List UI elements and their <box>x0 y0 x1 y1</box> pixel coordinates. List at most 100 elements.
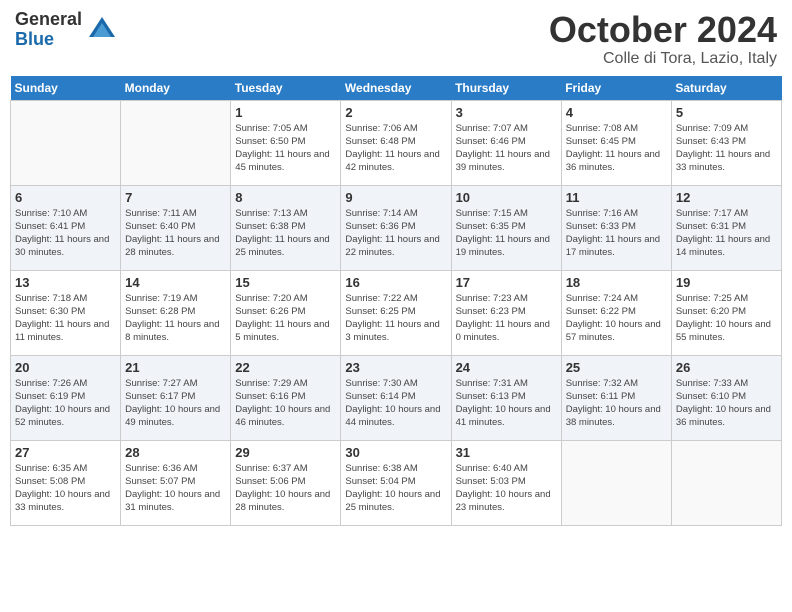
day-cell: 7 Sunrise: 7:11 AMSunset: 6:40 PMDayligh… <box>121 185 231 270</box>
week-row-1: 1 Sunrise: 7:05 AMSunset: 6:50 PMDayligh… <box>11 100 782 185</box>
day-number: 13 <box>15 275 116 290</box>
day-info: Sunrise: 7:13 AMSunset: 6:38 PMDaylight:… <box>235 207 336 260</box>
day-cell: 28 Sunrise: 6:36 AMSunset: 5:07 PMDaylig… <box>121 440 231 525</box>
day-number: 5 <box>676 105 777 120</box>
day-number: 12 <box>676 190 777 205</box>
day-number: 8 <box>235 190 336 205</box>
day-number: 6 <box>15 190 116 205</box>
day-cell: 17 Sunrise: 7:23 AMSunset: 6:23 PMDaylig… <box>451 270 561 355</box>
day-info: Sunrise: 7:06 AMSunset: 6:48 PMDaylight:… <box>345 122 446 175</box>
day-info: Sunrise: 7:31 AMSunset: 6:13 PMDaylight:… <box>456 377 557 430</box>
day-number: 14 <box>125 275 226 290</box>
day-info: Sunrise: 7:26 AMSunset: 6:19 PMDaylight:… <box>15 377 116 430</box>
day-info: Sunrise: 7:20 AMSunset: 6:26 PMDaylight:… <box>235 292 336 345</box>
day-number: 29 <box>235 445 336 460</box>
day-cell: 21 Sunrise: 7:27 AMSunset: 6:17 PMDaylig… <box>121 355 231 440</box>
day-info: Sunrise: 7:29 AMSunset: 6:16 PMDaylight:… <box>235 377 336 430</box>
day-number: 3 <box>456 105 557 120</box>
day-cell: 16 Sunrise: 7:22 AMSunset: 6:25 PMDaylig… <box>341 270 451 355</box>
week-row-4: 20 Sunrise: 7:26 AMSunset: 6:19 PMDaylig… <box>11 355 782 440</box>
day-cell: 24 Sunrise: 7:31 AMSunset: 6:13 PMDaylig… <box>451 355 561 440</box>
day-number: 23 <box>345 360 446 375</box>
location: Colle di Tora, Lazio, Italy <box>549 50 777 68</box>
day-header-monday: Monday <box>121 76 231 101</box>
week-row-3: 13 Sunrise: 7:18 AMSunset: 6:30 PMDaylig… <box>11 270 782 355</box>
day-number: 1 <box>235 105 336 120</box>
day-info: Sunrise: 7:32 AMSunset: 6:11 PMDaylight:… <box>566 377 667 430</box>
day-info: Sunrise: 7:15 AMSunset: 6:35 PMDaylight:… <box>456 207 557 260</box>
day-info: Sunrise: 7:23 AMSunset: 6:23 PMDaylight:… <box>456 292 557 345</box>
day-info: Sunrise: 6:40 AMSunset: 5:03 PMDaylight:… <box>456 462 557 515</box>
day-number: 25 <box>566 360 667 375</box>
day-cell: 22 Sunrise: 7:29 AMSunset: 6:16 PMDaylig… <box>231 355 341 440</box>
day-info: Sunrise: 7:18 AMSunset: 6:30 PMDaylight:… <box>15 292 116 345</box>
day-cell: 30 Sunrise: 6:38 AMSunset: 5:04 PMDaylig… <box>341 440 451 525</box>
day-info: Sunrise: 7:22 AMSunset: 6:25 PMDaylight:… <box>345 292 446 345</box>
day-cell: 19 Sunrise: 7:25 AMSunset: 6:20 PMDaylig… <box>671 270 781 355</box>
day-cell: 5 Sunrise: 7:09 AMSunset: 6:43 PMDayligh… <box>671 100 781 185</box>
day-cell: 8 Sunrise: 7:13 AMSunset: 6:38 PMDayligh… <box>231 185 341 270</box>
day-info: Sunrise: 7:17 AMSunset: 6:31 PMDaylight:… <box>676 207 777 260</box>
day-info: Sunrise: 7:14 AMSunset: 6:36 PMDaylight:… <box>345 207 446 260</box>
day-number: 9 <box>345 190 446 205</box>
day-cell <box>121 100 231 185</box>
day-cell: 25 Sunrise: 7:32 AMSunset: 6:11 PMDaylig… <box>561 355 671 440</box>
day-info: Sunrise: 7:27 AMSunset: 6:17 PMDaylight:… <box>125 377 226 430</box>
logo: General Blue <box>15 10 117 50</box>
day-cell: 15 Sunrise: 7:20 AMSunset: 6:26 PMDaylig… <box>231 270 341 355</box>
day-cell: 13 Sunrise: 7:18 AMSunset: 6:30 PMDaylig… <box>11 270 121 355</box>
day-info: Sunrise: 7:09 AMSunset: 6:43 PMDaylight:… <box>676 122 777 175</box>
day-cell <box>561 440 671 525</box>
day-cell: 9 Sunrise: 7:14 AMSunset: 6:36 PMDayligh… <box>341 185 451 270</box>
day-info: Sunrise: 7:24 AMSunset: 6:22 PMDaylight:… <box>566 292 667 345</box>
day-cell <box>11 100 121 185</box>
day-number: 11 <box>566 190 667 205</box>
header-row: SundayMondayTuesdayWednesdayThursdayFrid… <box>11 76 782 101</box>
day-info: Sunrise: 6:36 AMSunset: 5:07 PMDaylight:… <box>125 462 226 515</box>
day-info: Sunrise: 7:19 AMSunset: 6:28 PMDaylight:… <box>125 292 226 345</box>
logo-icon <box>87 15 117 45</box>
day-cell: 23 Sunrise: 7:30 AMSunset: 6:14 PMDaylig… <box>341 355 451 440</box>
day-number: 21 <box>125 360 226 375</box>
day-number: 16 <box>345 275 446 290</box>
day-number: 22 <box>235 360 336 375</box>
day-cell: 12 Sunrise: 7:17 AMSunset: 6:31 PMDaylig… <box>671 185 781 270</box>
day-cell: 27 Sunrise: 6:35 AMSunset: 5:08 PMDaylig… <box>11 440 121 525</box>
day-cell: 10 Sunrise: 7:15 AMSunset: 6:35 PMDaylig… <box>451 185 561 270</box>
day-cell <box>671 440 781 525</box>
day-number: 2 <box>345 105 446 120</box>
title-area: October 2024 Colle di Tora, Lazio, Italy <box>549 10 777 68</box>
day-info: Sunrise: 7:30 AMSunset: 6:14 PMDaylight:… <box>345 377 446 430</box>
day-header-sunday: Sunday <box>11 76 121 101</box>
day-info: Sunrise: 7:05 AMSunset: 6:50 PMDaylight:… <box>235 122 336 175</box>
day-info: Sunrise: 7:33 AMSunset: 6:10 PMDaylight:… <box>676 377 777 430</box>
day-number: 28 <box>125 445 226 460</box>
day-number: 20 <box>15 360 116 375</box>
day-cell: 29 Sunrise: 6:37 AMSunset: 5:06 PMDaylig… <box>231 440 341 525</box>
logo-blue: Blue <box>15 30 82 50</box>
logo-general: General <box>15 10 82 30</box>
day-info: Sunrise: 7:11 AMSunset: 6:40 PMDaylight:… <box>125 207 226 260</box>
page-header: General Blue October 2024 Colle di Tora,… <box>10 10 782 68</box>
month-title: October 2024 <box>549 10 777 50</box>
week-row-5: 27 Sunrise: 6:35 AMSunset: 5:08 PMDaylig… <box>11 440 782 525</box>
day-info: Sunrise: 6:35 AMSunset: 5:08 PMDaylight:… <box>15 462 116 515</box>
day-header-thursday: Thursday <box>451 76 561 101</box>
day-cell: 20 Sunrise: 7:26 AMSunset: 6:19 PMDaylig… <box>11 355 121 440</box>
day-cell: 4 Sunrise: 7:08 AMSunset: 6:45 PMDayligh… <box>561 100 671 185</box>
day-info: Sunrise: 7:16 AMSunset: 6:33 PMDaylight:… <box>566 207 667 260</box>
day-info: Sunrise: 6:37 AMSunset: 5:06 PMDaylight:… <box>235 462 336 515</box>
day-cell: 6 Sunrise: 7:10 AMSunset: 6:41 PMDayligh… <box>11 185 121 270</box>
day-cell: 18 Sunrise: 7:24 AMSunset: 6:22 PMDaylig… <box>561 270 671 355</box>
day-number: 17 <box>456 275 557 290</box>
week-row-2: 6 Sunrise: 7:10 AMSunset: 6:41 PMDayligh… <box>11 185 782 270</box>
day-number: 15 <box>235 275 336 290</box>
day-info: Sunrise: 7:10 AMSunset: 6:41 PMDaylight:… <box>15 207 116 260</box>
day-header-friday: Friday <box>561 76 671 101</box>
day-number: 19 <box>676 275 777 290</box>
day-number: 24 <box>456 360 557 375</box>
day-number: 18 <box>566 275 667 290</box>
day-cell: 1 Sunrise: 7:05 AMSunset: 6:50 PMDayligh… <box>231 100 341 185</box>
calendar-table: SundayMondayTuesdayWednesdayThursdayFrid… <box>10 76 782 526</box>
day-info: Sunrise: 7:08 AMSunset: 6:45 PMDaylight:… <box>566 122 667 175</box>
